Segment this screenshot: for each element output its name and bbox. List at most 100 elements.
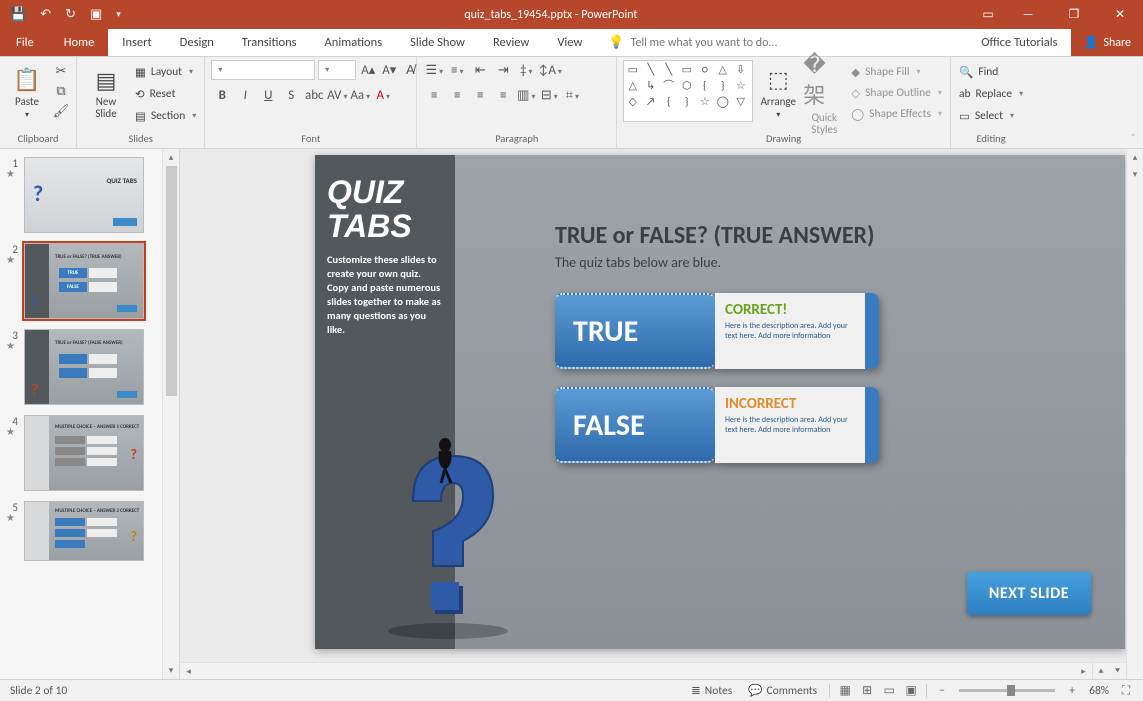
slide-sidebar-description[interactable]: Customize these slides to create your ow… xyxy=(327,253,443,337)
text-direction-icon[interactable]: ↕A xyxy=(538,63,560,78)
slideshow-view-icon[interactable]: ▣ xyxy=(900,683,922,698)
font-size-combo[interactable] xyxy=(318,60,356,80)
arrange-button[interactable]: ⬚ Arrange ▾ xyxy=(757,60,799,126)
copy-icon[interactable]: ⧉ xyxy=(52,82,70,100)
bold-icon[interactable]: B xyxy=(211,88,233,103)
share-button[interactable]: 👤 Share xyxy=(1071,29,1143,56)
slide-heading[interactable]: TRUE or FALSE? (TRUE ANSWER) xyxy=(555,221,1095,250)
next-slide-icon[interactable]: ⯆ xyxy=(1109,663,1126,679)
qat-customize-icon[interactable]: ▾ xyxy=(116,9,121,20)
thumb-slide-4[interactable]: 4★ MULTIPLE CHOICE – ANSWER 1 CORRECT? xyxy=(6,415,179,491)
cut-icon[interactable]: ✂ xyxy=(52,62,70,80)
font-family-combo[interactable] xyxy=(211,60,315,80)
reading-view-icon[interactable]: ▭ xyxy=(878,683,900,698)
zoom-slider-thumb[interactable] xyxy=(1007,685,1015,696)
tab-review[interactable]: Review xyxy=(479,29,543,56)
select-button[interactable]: ▭Select xyxy=(957,106,1025,126)
bullets-icon[interactable]: ☰ xyxy=(423,63,445,78)
previous-slide-icon[interactable]: ⯅ xyxy=(1092,663,1109,679)
scroll-down-icon[interactable]: ▾ xyxy=(1127,166,1143,183)
shape-effects-button[interactable]: ◯Shape Effects xyxy=(849,104,944,124)
answer-tab-false[interactable]: FALSE INCORRECTHere is the description a… xyxy=(555,387,1095,463)
shape-fill-button[interactable]: ◆Shape Fill xyxy=(849,62,944,82)
shadow-icon[interactable]: S xyxy=(280,88,302,103)
italic-icon[interactable]: I xyxy=(234,88,256,103)
align-right-icon[interactable]: ≡ xyxy=(469,88,491,103)
start-from-beginning-icon[interactable]: ▣ xyxy=(90,7,102,22)
ribbon-display-options-icon[interactable]: ▭ xyxy=(971,0,1005,29)
scroll-down-icon[interactable]: ▾ xyxy=(163,662,179,679)
smartart-icon[interactable]: ⌗ xyxy=(561,88,583,103)
thumb-slide-3[interactable]: 3★ TRUE or FALSE? (FALSE ANSWER)? xyxy=(6,329,179,405)
scrollbar-handle[interactable] xyxy=(166,166,177,396)
paste-button[interactable]: 📋 Paste ▾ xyxy=(6,60,48,126)
slide-sorter-icon[interactable]: ⊞ xyxy=(856,683,878,698)
tab-file[interactable]: File xyxy=(0,29,50,56)
restore-icon[interactable]: ❐ xyxy=(1051,0,1097,29)
new-slide-button[interactable]: ▤ New Slide xyxy=(83,60,129,126)
fit-to-window-icon[interactable]: ⛶ xyxy=(1115,684,1137,698)
columns-icon[interactable]: ▥ xyxy=(515,88,537,103)
minimize-icon[interactable]: — xyxy=(1005,0,1051,29)
slide-counter[interactable]: Slide 2 of 10 xyxy=(6,684,683,698)
format-painter-icon[interactable]: 🖌 xyxy=(52,102,70,120)
increase-indent-icon[interactable]: ⇥ xyxy=(492,63,514,78)
collapse-ribbon-icon[interactable]: ˆ xyxy=(1123,57,1143,148)
quick-styles-button[interactable]: �架 Quick Styles xyxy=(803,60,845,126)
save-icon[interactable]: 💾 xyxy=(10,7,26,22)
zoom-slider[interactable] xyxy=(959,689,1055,692)
decrease-font-icon[interactable]: A▾ xyxy=(380,61,398,79)
tab-office-tutorials[interactable]: Office Tutorials xyxy=(967,29,1071,56)
tab-design[interactable]: Design xyxy=(166,29,228,56)
thumbnails-scrollbar[interactable]: ▴ ▾ xyxy=(162,149,179,679)
zoom-level[interactable]: 68% xyxy=(1083,680,1115,701)
zoom-in-icon[interactable]: + xyxy=(1061,684,1083,698)
thumb-slide-2[interactable]: 2★ TRUE or FALSE? (TRUE ANSWER)TRUEFALSE… xyxy=(6,243,179,319)
replace-button[interactable]: abReplace xyxy=(957,84,1025,104)
slide-horizontal-scrollbar[interactable]: ◂ ▸ ⯅ ⯆ xyxy=(180,662,1126,679)
slide-subheading[interactable]: The quiz tabs below are blue. xyxy=(555,254,1095,271)
justify-icon[interactable]: ≡ xyxy=(492,88,514,103)
answer-tab-true[interactable]: TRUE CORRECT!Here is the description are… xyxy=(555,293,1095,369)
align-text-icon[interactable]: ⊟ xyxy=(538,88,560,103)
slide-vertical-scrollbar[interactable]: ▴ ▾ xyxy=(1126,149,1143,679)
tab-home[interactable]: Home xyxy=(50,29,109,56)
reset-button[interactable]: ⟲Reset xyxy=(133,84,198,104)
thumb-slide-5[interactable]: 5★ MULTIPLE CHOICE – ANSWER 2 CORRECT? xyxy=(6,501,179,561)
zoom-out-icon[interactable]: − xyxy=(931,684,953,698)
scroll-up-icon[interactable]: ▴ xyxy=(163,149,179,166)
next-slide-button[interactable]: NEXT SLIDE xyxy=(967,572,1091,615)
char-spacing-icon[interactable]: AV xyxy=(326,88,348,103)
strikethrough-icon[interactable]: abc xyxy=(303,88,325,103)
tab-transitions[interactable]: Transitions xyxy=(228,29,311,56)
font-color-icon[interactable]: A xyxy=(372,88,394,103)
slide-canvas[interactable]: QUIZ TABS Customize these slides to crea… xyxy=(315,155,1125,649)
tab-view[interactable]: View xyxy=(543,29,596,56)
notes-button[interactable]: ≣Notes xyxy=(683,680,740,701)
line-spacing-icon[interactable]: ‡ xyxy=(515,63,537,78)
scroll-up-icon[interactable]: ▴ xyxy=(1127,149,1143,166)
increase-font-icon[interactable]: A▴ xyxy=(359,61,377,79)
align-center-icon[interactable]: ≡ xyxy=(446,88,468,103)
tell-me-search[interactable]: 💡 Tell me what you want to do... xyxy=(608,29,967,56)
scroll-right-icon[interactable]: ▸ xyxy=(1075,663,1092,679)
close-icon[interactable]: ✕ xyxy=(1097,0,1143,29)
tab-slideshow[interactable]: Slide Show xyxy=(396,29,479,56)
tab-insert[interactable]: Insert xyxy=(108,29,165,56)
find-button[interactable]: 🔍Find xyxy=(957,62,1025,82)
layout-button[interactable]: ▦Layout xyxy=(133,62,198,82)
undo-icon[interactable]: ↶ xyxy=(40,7,51,22)
tab-animations[interactable]: Animations xyxy=(311,29,397,56)
redo-icon[interactable]: ↻ xyxy=(65,7,76,22)
slide-sidebar-title[interactable]: QUIZ TABS xyxy=(327,175,443,243)
thumb-slide-1[interactable]: 1★ ?QUIZ TABS xyxy=(6,157,179,233)
comments-button[interactable]: 💬Comments xyxy=(740,680,825,701)
decrease-indent-icon[interactable]: ⇤ xyxy=(469,63,491,78)
change-case-icon[interactable]: Aa xyxy=(349,88,371,103)
shapes-gallery[interactable]: ▭╲╲▭○△⇩ △↳⌒⬡{}☆ ◇↗{}☆◯▽ xyxy=(623,60,753,122)
shape-outline-button[interactable]: ◇Shape Outline xyxy=(849,83,944,103)
numbering-icon[interactable]: ≡ xyxy=(446,63,468,78)
scroll-left-icon[interactable]: ◂ xyxy=(180,663,197,679)
underline-icon[interactable]: U xyxy=(257,88,279,103)
align-left-icon[interactable]: ≡ xyxy=(423,88,445,103)
